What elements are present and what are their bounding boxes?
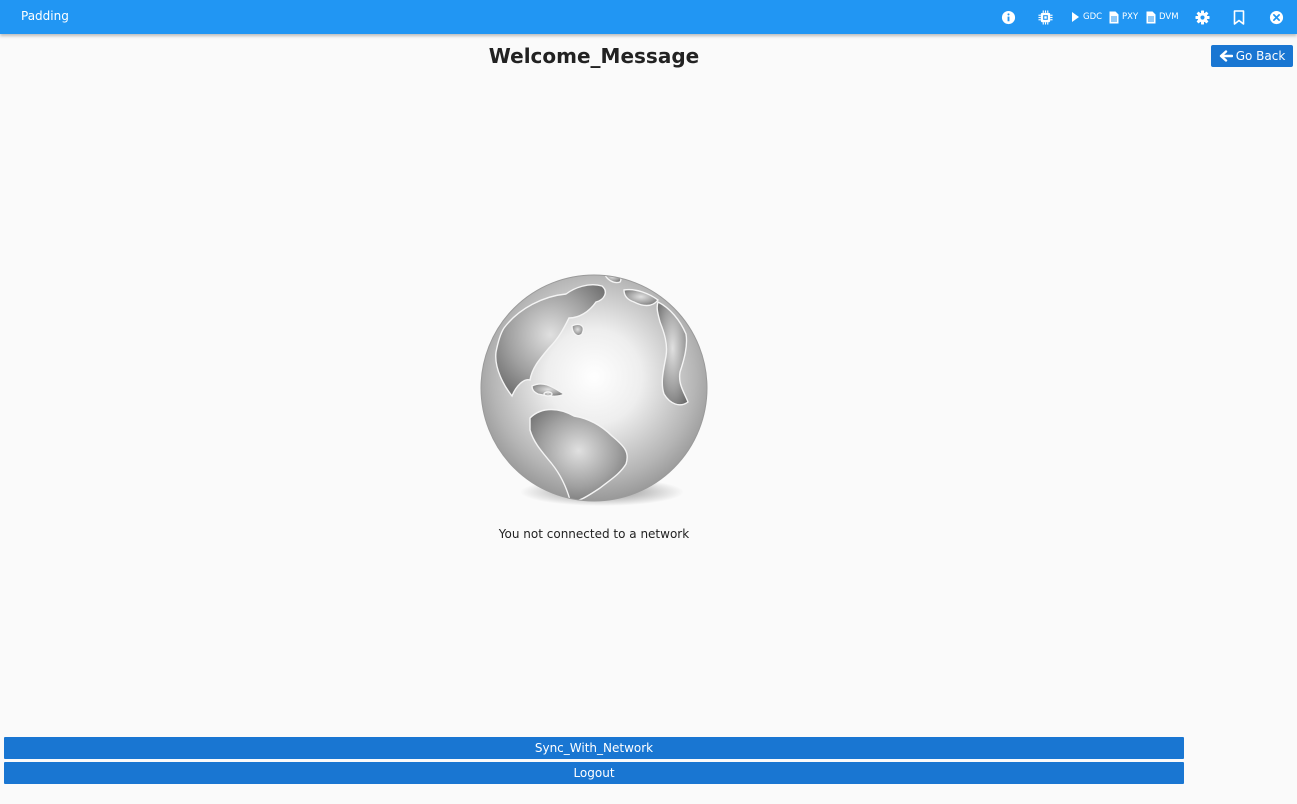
go-back-label: Go Back	[1235, 49, 1286, 63]
gdc-button[interactable]: GDC	[1071, 9, 1102, 25]
page-title: Welcome_Message	[488, 44, 700, 68]
network-status-text: You not connected to a network	[498, 527, 690, 541]
gdc-label: GDC	[1083, 12, 1103, 22]
pxy-label: PXY	[1122, 12, 1139, 22]
close-icon[interactable]	[1269, 9, 1284, 25]
dvm-button[interactable]: DVM	[1146, 9, 1179, 25]
gear-icon[interactable]	[1195, 9, 1210, 25]
file-icon	[1146, 11, 1156, 23]
app-title: Padding	[21, 9, 69, 23]
go-back-button[interactable]: Go Back	[1211, 45, 1293, 67]
globe-icon	[474, 268, 714, 516]
sync-label: Sync_With_Network	[534, 741, 654, 755]
file-icon	[1109, 11, 1119, 23]
sync-with-network-button[interactable]: Sync_With_Network	[4, 737, 1184, 759]
dvm-label: DVM	[1159, 12, 1179, 22]
bookmark-icon[interactable]	[1233, 9, 1245, 25]
logout-button[interactable]: Logout	[4, 762, 1184, 784]
logout-label: Logout	[573, 766, 615, 780]
play-icon	[1072, 12, 1079, 22]
arrow-left-icon	[1219, 50, 1233, 62]
top-toolbar: Padding GDC PXY DVM	[0, 0, 1297, 34]
pxy-button[interactable]: PXY	[1109, 9, 1138, 25]
chip-icon[interactable]	[1038, 9, 1053, 25]
info-icon[interactable]	[1001, 9, 1016, 25]
